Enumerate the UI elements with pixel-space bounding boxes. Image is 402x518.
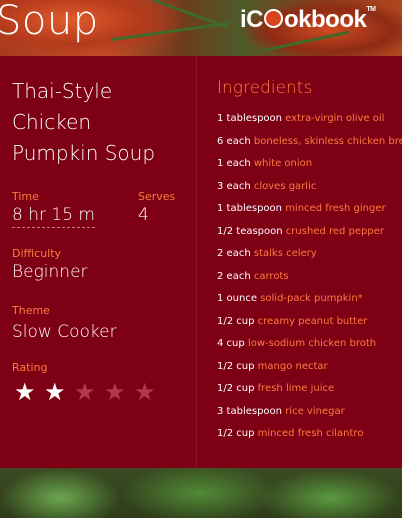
- ingredient-name[interactable]: stalks celery: [254, 248, 317, 259]
- time-value[interactable]: 8 hr 15 m: [12, 205, 95, 228]
- ingredient-row: 1 each white onion: [217, 157, 402, 180]
- ingredient-quantity: 1/2 cup: [217, 315, 255, 327]
- star-filled-icon[interactable]: ★: [44, 380, 74, 404]
- serves-label: Serves: [138, 190, 176, 203]
- ingredient-row: 1/2 cup creamy peanut butter: [217, 315, 402, 338]
- ingredient-quantity: 1/2 cup: [217, 383, 255, 394]
- ingredient-row: 2 each stalks celery: [217, 247, 402, 270]
- star-empty-icon[interactable]: ★: [104, 380, 134, 404]
- recipe-title-line: Thai-Style: [12, 79, 113, 103]
- ingredient-quantity: 6 each: [217, 135, 251, 147]
- ingredient-quantity: 1 ounce: [217, 293, 257, 304]
- difficulty-label: Difficulty: [12, 247, 62, 260]
- ingredient-name[interactable]: extra-virgin olive oil: [285, 113, 384, 124]
- ingredient-quantity: 1 tablespoon: [217, 203, 282, 214]
- rating-label: Rating: [12, 361, 48, 374]
- ingredient-name[interactable]: fresh lime juice: [258, 383, 334, 394]
- rating-stars[interactable]: ★ ★ ★ ★ ★: [14, 380, 164, 404]
- ingredient-name[interactable]: creamy peanut butter: [258, 316, 368, 327]
- ingredient-name[interactable]: low-sodium chicken broth: [248, 338, 376, 349]
- star-filled-icon[interactable]: ★: [14, 380, 44, 404]
- column-divider: [196, 56, 197, 468]
- recipe-title: Thai-Style Chicken Pumpkin Soup: [12, 76, 192, 169]
- ingredient-name[interactable]: mango nectar: [258, 361, 328, 372]
- logo-trademark: TM: [366, 6, 376, 13]
- ingredient-row: 1 tablespoon minced fresh ginger: [217, 202, 402, 225]
- ingredients-heading: Ingredients: [217, 78, 313, 98]
- ingredient-quantity: 4 cup: [217, 338, 245, 349]
- ingredient-row: 1/2 cup minced fresh cilantro: [217, 427, 402, 450]
- ingredient-quantity: 2 each: [217, 270, 251, 282]
- ingredient-quantity: 3 tablespoon: [217, 405, 282, 417]
- ingredient-quantity: 1/2 cup: [217, 360, 255, 372]
- stem-decoration: [151, 0, 229, 29]
- ingredient-quantity: 1/2 teaspoon: [217, 225, 283, 237]
- ingredient-quantity: 3 each: [217, 180, 251, 192]
- stem-decoration: [110, 21, 230, 42]
- ingredient-quantity: 1/2 cup: [217, 428, 255, 439]
- theme-value: Slow Cooker: [12, 322, 117, 342]
- logo-text: okbook: [284, 6, 367, 33]
- ingredient-row: 1 ounce solid-pack pumpkin*: [217, 292, 402, 315]
- ingredient-name[interactable]: boneless, skinless chicken brea: [254, 136, 402, 147]
- header-photo: Soup iC okbookTM: [0, 0, 402, 56]
- ingredient-name[interactable]: white onion: [254, 158, 312, 169]
- tomato-icon: [264, 9, 283, 28]
- star-empty-icon[interactable]: ★: [134, 380, 164, 404]
- ingredient-row: 3 tablespoon rice vinegar: [217, 405, 402, 428]
- app-logo: iC okbookTM: [240, 6, 376, 34]
- ingredient-name[interactable]: crushed red pepper: [286, 226, 384, 237]
- ingredient-row: 1/2 cup fresh lime juice: [217, 382, 402, 405]
- ingredient-quantity: 1 each: [217, 158, 251, 169]
- theme-label: Theme: [12, 304, 50, 317]
- recipe-panel: Thai-Style Chicken Pumpkin Soup Time 8 h…: [0, 56, 402, 468]
- ingredient-name[interactable]: rice vinegar: [285, 406, 345, 417]
- ingredient-row: 4 cup low-sodium chicken broth: [217, 337, 402, 360]
- ingredient-row: 2 each carrots: [217, 270, 402, 293]
- difficulty-value: Beginner: [12, 262, 88, 282]
- time-label: Time: [12, 190, 39, 203]
- page-title: Soup: [0, 0, 99, 44]
- ingredient-quantity: 2 each: [217, 248, 251, 259]
- logo-text: iC: [240, 6, 264, 33]
- ingredient-name[interactable]: minced fresh ginger: [285, 203, 385, 214]
- ingredient-row: 6 each boneless, skinless chicken brea: [217, 135, 402, 158]
- ingredient-row: 1/2 teaspoon crushed red pepper: [217, 225, 402, 248]
- recipe-title-line: Chicken: [12, 110, 92, 134]
- ingredient-row: 1/2 cup mango nectar: [217, 360, 402, 383]
- ingredient-row: 1 tablespoon extra-virgin olive oil: [217, 112, 402, 135]
- recipe-title-line: Pumpkin Soup: [12, 141, 156, 165]
- star-empty-icon[interactable]: ★: [74, 380, 104, 404]
- ingredient-name[interactable]: solid-pack pumpkin*: [260, 293, 362, 304]
- ingredients-list: 1 tablespoon extra-virgin olive oil 6 eac…: [217, 112, 402, 450]
- ingredient-name[interactable]: minced fresh cilantro: [258, 428, 364, 439]
- ingredient-name[interactable]: carrots: [254, 271, 289, 282]
- ingredient-name[interactable]: cloves garlic: [254, 181, 317, 192]
- footer-photo: [0, 468, 402, 518]
- serves-value: 4: [138, 205, 149, 225]
- ingredient-row: 3 each cloves garlic: [217, 180, 402, 203]
- ingredient-quantity: 1 tablespoon: [217, 113, 282, 124]
